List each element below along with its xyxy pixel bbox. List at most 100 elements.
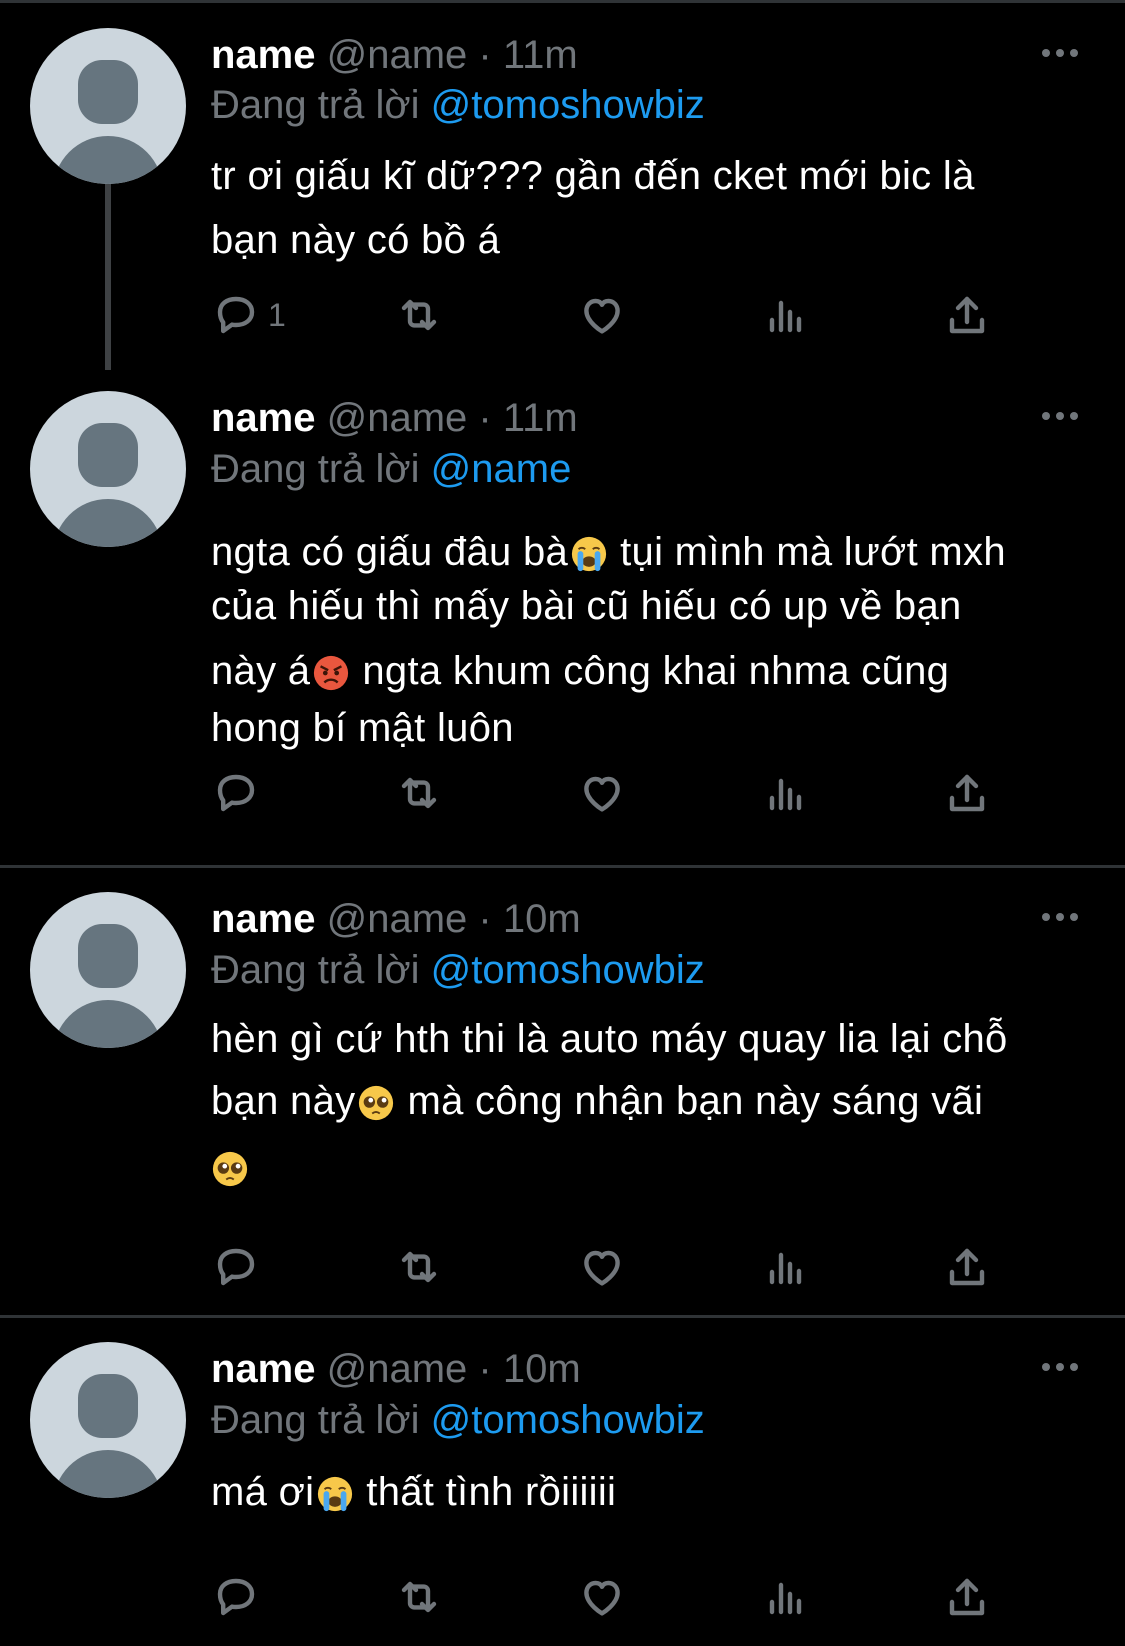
reply-icon: [212, 769, 260, 817]
text-segment: má ơi: [211, 1470, 315, 1514]
mention-link[interactable]: @name: [431, 447, 572, 491]
timestamp[interactable]: 10m: [503, 897, 581, 941]
tweet-2[interactable]: name @name · 11m Đang trả lời @name ngta…: [0, 365, 1125, 865]
mention-link[interactable]: @tomoshowbiz: [431, 83, 705, 127]
pleading-emoji: [357, 1084, 395, 1122]
tweet-actions: [0, 1237, 1125, 1297]
reply-button[interactable]: [212, 1567, 260, 1627]
reply-button[interactable]: 1: [212, 285, 286, 345]
replying-to: Đang trả lời @tomoshowbiz: [211, 1395, 705, 1445]
more-icon[interactable]: [1040, 45, 1080, 59]
like-button[interactable]: [578, 1237, 626, 1297]
replying-to-label: Đang trả lời: [211, 447, 420, 491]
heart-icon: [578, 1573, 626, 1621]
retweet-icon: [395, 769, 443, 817]
display-name[interactable]: name: [211, 897, 316, 941]
retweet-icon: [395, 1573, 443, 1621]
share-button[interactable]: [943, 285, 991, 345]
more-icon[interactable]: [1040, 1359, 1080, 1373]
reply-button[interactable]: [212, 763, 260, 823]
handle[interactable]: @name: [327, 396, 468, 440]
tweet-1[interactable]: name @name · 11m Đang trả lời @tomoshowb…: [0, 0, 1125, 365]
tweet-text-line: hong bí mật luôn: [211, 706, 514, 750]
share-icon: [943, 1243, 991, 1291]
reply-icon: [212, 1243, 260, 1291]
text-segment: mà công nhận bạn này sáng vãi: [407, 1079, 984, 1123]
tweet-actions: [0, 763, 1125, 823]
views-button[interactable]: [761, 763, 809, 823]
views-button[interactable]: [761, 285, 809, 345]
share-icon: [943, 291, 991, 339]
heart-icon: [578, 291, 626, 339]
tweet-actions: 1: [0, 285, 1125, 345]
display-name[interactable]: name: [211, 396, 316, 440]
tweet-text-line: [211, 1137, 1091, 1197]
replying-to: Đang trả lời @name: [211, 444, 571, 494]
display-name[interactable]: name: [211, 33, 316, 77]
avatar[interactable]: [30, 892, 186, 1048]
separator-dot: ·: [478, 33, 492, 77]
tweet-header: name @name · 10m: [211, 894, 581, 944]
text-segment: này á: [211, 649, 311, 693]
more-icon[interactable]: [1040, 408, 1080, 422]
retweet-button[interactable]: [395, 1237, 443, 1297]
text-segment: tụi mình mà lướt mxh: [620, 530, 1006, 574]
reply-icon: [212, 1573, 260, 1621]
handle[interactable]: @name: [327, 1347, 468, 1391]
timestamp[interactable]: 11m: [503, 33, 578, 77]
avatar[interactable]: [30, 391, 186, 547]
share-button[interactable]: [943, 1567, 991, 1627]
tweet-4[interactable]: name @name · 10m Đang trả lời @tomoshowb…: [0, 1318, 1125, 1646]
timestamp[interactable]: 11m: [503, 396, 578, 440]
tweet-text-line: này á ngta khum công khai nhma cũng: [211, 641, 1091, 701]
retweet-button[interactable]: [395, 1567, 443, 1627]
tweet-text: ngta có giấu đâu bà tụi mình mà lướt mxh …: [211, 527, 1091, 753]
share-icon: [943, 769, 991, 817]
display-name[interactable]: name: [211, 1347, 316, 1391]
reply-count: 1: [268, 296, 286, 333]
share-button[interactable]: [943, 1237, 991, 1297]
handle[interactable]: @name: [327, 33, 468, 77]
pleading-emoji: [211, 1150, 249, 1188]
more-icon[interactable]: [1040, 909, 1080, 923]
tweet-text-line: của hiếu thì mấy bài cũ hiếu có up về bạ…: [211, 584, 962, 628]
tweet-actions: [0, 1567, 1125, 1627]
like-button[interactable]: [578, 763, 626, 823]
text-segment: thất tình rồiiiiii: [366, 1470, 617, 1514]
like-button[interactable]: [578, 285, 626, 345]
crying-emoji: [316, 1475, 354, 1513]
share-button[interactable]: [943, 763, 991, 823]
views-button[interactable]: [761, 1567, 809, 1627]
tweet-text-line: ngta có giấu đâu bà tụi mình mà lướt mxh: [211, 527, 1091, 577]
analytics-icon: [761, 769, 809, 817]
analytics-icon: [761, 291, 809, 339]
tweet-header: name @name · 11m: [211, 30, 578, 80]
like-button[interactable]: [578, 1567, 626, 1627]
tweet-text-line: hèn gì cứ hth thi là auto máy quay lia l…: [211, 1017, 1008, 1061]
tweet-text-line: bạn này có bồ á: [211, 218, 501, 262]
tweet-text-line: bạn này mà công nhận bạn này sáng vãi: [211, 1071, 1091, 1131]
reply-icon: [212, 291, 260, 339]
share-icon: [943, 1573, 991, 1621]
mention-link[interactable]: @tomoshowbiz: [431, 1398, 705, 1442]
views-button[interactable]: [761, 1237, 809, 1297]
tweet-text: hèn gì cứ hth thi là auto máy quay lia l…: [211, 1014, 1091, 1197]
angry-emoji: [312, 654, 350, 692]
avatar[interactable]: [30, 1342, 186, 1498]
separator-dot: ·: [478, 1347, 492, 1391]
crying-emoji: [570, 535, 608, 573]
retweet-button[interactable]: [395, 763, 443, 823]
handle[interactable]: @name: [327, 897, 468, 941]
replying-to: Đang trả lời @tomoshowbiz: [211, 80, 705, 130]
replying-to-label: Đang trả lời: [211, 83, 420, 127]
tweet-text: tr ơi giấu kĩ dữ??? gần đến cket mới bic…: [211, 144, 1091, 272]
tweet-3[interactable]: name @name · 10m Đang trả lời @tomoshowb…: [0, 868, 1125, 1315]
replying-to-label: Đang trả lời: [211, 948, 420, 992]
separator-dot: ·: [478, 396, 492, 440]
tweet-text: má ơi thất tình rồiiiiii: [211, 1462, 1091, 1522]
retweet-button[interactable]: [395, 285, 443, 345]
reply-button[interactable]: [212, 1237, 260, 1297]
timestamp[interactable]: 10m: [503, 1347, 581, 1391]
avatar[interactable]: [30, 28, 186, 184]
mention-link[interactable]: @tomoshowbiz: [431, 948, 705, 992]
